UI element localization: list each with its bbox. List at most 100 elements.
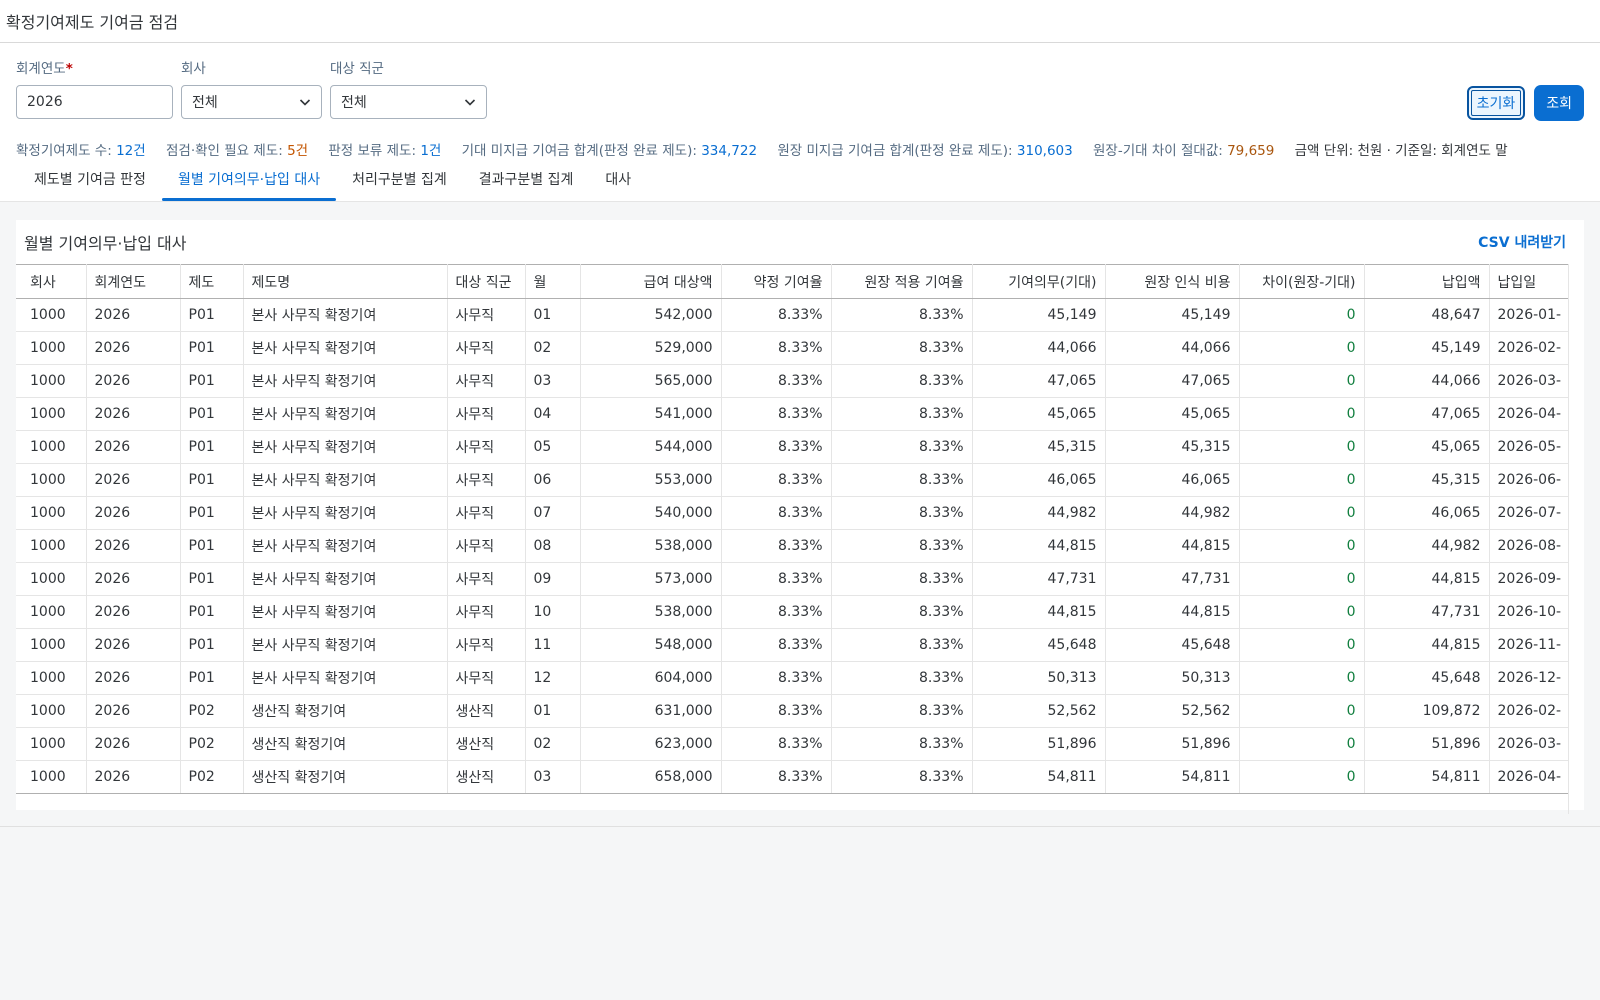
cell-difference: 0 <box>1239 430 1365 464</box>
col-plan-name[interactable]: 제도명 <box>243 264 448 299</box>
cell-payroll-base: 565,000 <box>580 364 722 398</box>
tab-result-summary[interactable]: 결과구분별 집계 <box>463 157 590 201</box>
col-payroll-base[interactable]: 급여 대상액 <box>580 264 722 299</box>
cell-payroll-base: 538,000 <box>580 529 722 563</box>
table-row[interactable]: 1000 2026 P02 생산직 확정기여 생산직 01 631,000 8.33% 8.33… <box>16 694 1568 728</box>
cell-paid-amount: 47,065 <box>1364 397 1490 431</box>
cell-job-group: 생산직 <box>447 694 526 728</box>
cell-plan-name: 본사 사무직 확정기여 <box>243 463 448 497</box>
cell-plan-name: 본사 사무직 확정기여 <box>243 496 448 530</box>
cell-plan: P01 <box>180 364 244 398</box>
chevron-down-icon <box>299 99 311 106</box>
cell-difference: 0 <box>1239 298 1365 332</box>
col-difference[interactable]: 차이(원장-기대) <box>1239 264 1365 299</box>
cell-company: 1000 <box>16 529 87 563</box>
table-row[interactable]: 1000 2026 P01 본사 사무직 확정기여 사무직 10 538,000 8.33% 8… <box>16 595 1568 629</box>
cell-job-group: 사무직 <box>447 496 526 530</box>
col-contract-rate[interactable]: 약정 기여율 <box>721 264 832 299</box>
cell-job-group: 사무직 <box>447 529 526 563</box>
cell-month: 10 <box>525 595 581 629</box>
table-row[interactable]: 1000 2026 P01 본사 사무직 확정기여 사무직 06 553,000 8.33% 8… <box>16 463 1568 497</box>
table-row[interactable]: 1000 2026 P01 본사 사무직 확정기여 사무직 09 573,000 8.33% 8… <box>16 562 1568 596</box>
cell-difference: 0 <box>1239 628 1365 662</box>
cell-company: 1000 <box>16 760 87 794</box>
cell-payroll-base: 623,000 <box>580 727 722 761</box>
cell-ledger-rate: 8.33% <box>831 331 973 365</box>
company-select[interactable]: 전체 <box>181 85 322 119</box>
cell-plan-name: 본사 사무직 확정기여 <box>243 364 448 398</box>
cell-difference: 0 <box>1239 529 1365 563</box>
cell-company: 1000 <box>16 628 87 662</box>
company-label: 회사 <box>181 61 206 77</box>
tab-process-summary[interactable]: 처리구분별 집계 <box>336 157 463 201</box>
cell-contract-rate: 8.33% <box>721 661 832 695</box>
table-row[interactable]: 1000 2026 P01 본사 사무직 확정기여 사무직 12 604,000 8.33% 8… <box>16 661 1568 695</box>
table-scroll-area[interactable]: 회사 회계연도 제도 제도명 대상 직군 월 급여 대상액 약정 기여율 원장 … <box>16 264 1568 814</box>
divider <box>0 826 1600 827</box>
cell-job-group: 생산직 <box>447 760 526 794</box>
cell-expected-obligation: 51,896 <box>972 727 1106 761</box>
cell-plan-name: 본사 사무직 확정기여 <box>243 595 448 629</box>
fiscal-year-input[interactable]: 2026 <box>16 85 173 119</box>
cell-fiscal-year: 2026 <box>86 694 181 728</box>
cell-plan-name: 본사 사무직 확정기여 <box>243 661 448 695</box>
cell-fiscal-year: 2026 <box>86 397 181 431</box>
cell-month: 05 <box>525 430 581 464</box>
cell-fiscal-year: 2026 <box>86 463 181 497</box>
col-month[interactable]: 월 <box>525 264 581 299</box>
cell-paid-amount: 44,066 <box>1364 364 1490 398</box>
tab-plan-judgement[interactable]: 제도별 기여금 판정 <box>18 157 162 201</box>
cell-job-group: 사무직 <box>447 595 526 629</box>
reset-button[interactable]: 초기화 <box>1466 86 1526 120</box>
col-ledger-cost[interactable]: 원장 인식 비용 <box>1105 264 1240 299</box>
scrollbar-track[interactable] <box>1568 264 1569 814</box>
table-row[interactable]: 1000 2026 P01 본사 사무직 확정기여 사무직 02 529,000 8.33% 8… <box>16 331 1568 365</box>
tab-reconciliation[interactable]: 대사 <box>589 157 647 201</box>
cell-paid-amount: 45,648 <box>1364 661 1490 695</box>
cell-plan-name: 본사 사무직 확정기여 <box>243 298 448 332</box>
cell-paid-date: 2026-01- <box>1489 298 1568 332</box>
table-header-row: 회사 회계연도 제도 제도명 대상 직군 월 급여 대상액 약정 기여율 원장 … <box>16 264 1568 299</box>
cell-payroll-base: 538,000 <box>580 595 722 629</box>
cell-plan-name: 본사 사무직 확정기여 <box>243 430 448 464</box>
cell-fiscal-year: 2026 <box>86 496 181 530</box>
cell-difference: 0 <box>1239 727 1365 761</box>
cell-payroll-base: 529,000 <box>580 331 722 365</box>
job-group-select[interactable]: 전체 <box>330 85 487 119</box>
col-plan[interactable]: 제도 <box>180 264 244 299</box>
cell-fiscal-year: 2026 <box>86 628 181 662</box>
col-fiscal-year[interactable]: 회계연도 <box>86 264 181 299</box>
table-row[interactable]: 1000 2026 P02 생산직 확정기여 생산직 02 623,000 8.33% 8.33… <box>16 727 1568 761</box>
cell-plan-name: 생산직 확정기여 <box>243 727 448 761</box>
cell-contract-rate: 8.33% <box>721 364 832 398</box>
cell-ledger-rate: 8.33% <box>831 595 973 629</box>
table-row[interactable]: 1000 2026 P01 본사 사무직 확정기여 사무직 04 541,000 8.33% 8… <box>16 397 1568 431</box>
col-paid-date[interactable]: 납입일 <box>1489 264 1568 299</box>
cell-plan-name: 본사 사무직 확정기여 <box>243 529 448 563</box>
col-job-group[interactable]: 대상 직군 <box>447 264 526 299</box>
cell-payroll-base: 544,000 <box>580 430 722 464</box>
col-ledger-rate[interactable]: 원장 적용 기여율 <box>831 264 973 299</box>
cell-contract-rate: 8.33% <box>721 397 832 431</box>
csv-download-link[interactable]: CSV 내려받기 <box>1478 232 1566 252</box>
col-company[interactable]: 회사 <box>16 264 87 299</box>
cell-plan: P02 <box>180 694 244 728</box>
table-row[interactable]: 1000 2026 P01 본사 사무직 확정기여 사무직 03 565,000 8.33% 8… <box>16 364 1568 398</box>
tab-monthly-reconciliation[interactable]: 월별 기여의무·납입 대사 <box>161 157 337 201</box>
cell-plan: P01 <box>180 397 244 431</box>
search-button[interactable]: 조회 <box>1534 85 1584 121</box>
table-row[interactable]: 1000 2026 P01 본사 사무직 확정기여 사무직 07 540,000 8.33% 8… <box>16 496 1568 530</box>
table-row[interactable]: 1000 2026 P01 본사 사무직 확정기여 사무직 05 544,000 8.33% 8… <box>16 430 1568 464</box>
table-row[interactable]: 1000 2026 P01 본사 사무직 확정기여 사무직 11 548,000 8.33% 8… <box>16 628 1568 662</box>
cell-paid-date: 2026-02- <box>1489 694 1568 728</box>
cell-plan: P01 <box>180 463 244 497</box>
cell-difference: 0 <box>1239 562 1365 596</box>
table-row[interactable]: 1000 2026 P01 본사 사무직 확정기여 사무직 01 542,000 8.33% 8… <box>16 298 1568 332</box>
cell-company: 1000 <box>16 562 87 596</box>
cell-ledger-rate: 8.33% <box>831 661 973 695</box>
col-paid-amount[interactable]: 납입액 <box>1364 264 1490 299</box>
table-row[interactable]: 1000 2026 P02 생산직 확정기여 생산직 03 658,000 8.33% 8.33… <box>16 760 1568 794</box>
cell-company: 1000 <box>16 430 87 464</box>
col-expected-obligation[interactable]: 기여의무(기대) <box>972 264 1106 299</box>
table-row[interactable]: 1000 2026 P01 본사 사무직 확정기여 사무직 08 538,000 8.33% 8… <box>16 529 1568 563</box>
